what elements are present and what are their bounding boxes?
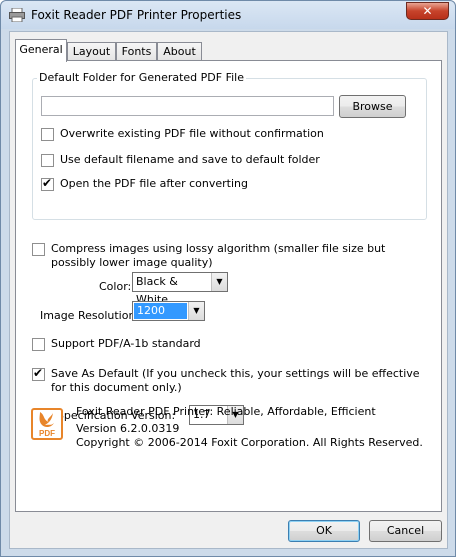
window-title: Foxit Reader PDF Printer Properties	[31, 8, 242, 22]
close-icon: ✕	[422, 4, 433, 18]
tab-general[interactable]: General	[15, 39, 67, 62]
properties-window: Foxit Reader PDF Printer Properties ✕ Ge…	[0, 0, 456, 557]
save-default-option[interactable]: Save As Default (If you uncheck this, yo…	[32, 366, 422, 395]
resolution-label: Image Resolution:	[40, 309, 140, 322]
default-folder-legend: Default Folder for Generated PDF File	[37, 71, 246, 84]
default-folder-group: Default Folder for Generated PDF File Br…	[32, 71, 427, 220]
pdfa-checkbox[interactable]	[32, 338, 45, 351]
about-tagline: Foxit Reader PDF Printer: Reliable, Affo…	[76, 405, 376, 418]
save-default-label: Save As Default (If you uncheck this, yo…	[51, 367, 420, 394]
compress-option[interactable]: Compress images using lossy algorithm (s…	[32, 242, 422, 270]
tab-layout[interactable]: Layout	[67, 42, 116, 61]
open-after-checkbox[interactable]	[41, 176, 54, 191]
tab-about[interactable]: About	[157, 42, 202, 61]
about-copyright: Copyright © 2006-2014 Foxit Corporation.…	[76, 436, 423, 449]
color-label: Color:	[99, 280, 132, 293]
open-after-label: Open the PDF file after converting	[60, 177, 248, 190]
resolution-select[interactable]: 1200 ▼	[132, 301, 205, 321]
about-version: Version 6.2.0.0319	[76, 422, 180, 435]
ok-button[interactable]: OK	[288, 520, 360, 542]
cancel-button[interactable]: Cancel	[369, 520, 442, 542]
overwrite-option[interactable]: Overwrite existing PDF file without conf…	[41, 127, 324, 141]
compress-checkbox[interactable]	[32, 243, 45, 256]
open-after-option[interactable]: Open the PDF file after converting	[41, 176, 248, 191]
color-value: Black & White	[136, 275, 178, 306]
foxit-pdf-logo: PDF	[31, 408, 63, 440]
color-select[interactable]: Black & White ▼	[132, 272, 228, 306]
resolution-value: 1200	[134, 303, 187, 319]
overwrite-checkbox[interactable]	[41, 128, 54, 141]
title-bar[interactable]: Foxit Reader PDF Printer Properties ✕	[1, 1, 455, 29]
close-button[interactable]: ✕	[406, 2, 449, 20]
dialog-body: General Layout Fonts About Default Folde…	[9, 31, 448, 549]
use-default-label: Use default filename and save to default…	[60, 153, 320, 166]
pdfa-option[interactable]: Support PDF/A-1b standard	[32, 337, 201, 351]
folder-path-input[interactable]	[41, 96, 334, 116]
overwrite-label: Overwrite existing PDF file without conf…	[60, 127, 324, 140]
pdfa-label: Support PDF/A-1b standard	[51, 337, 201, 350]
use-default-checkbox[interactable]	[41, 154, 54, 167]
browse-button[interactable]: Browse	[339, 95, 406, 118]
logo-text: PDF	[39, 429, 55, 438]
tab-fonts[interactable]: Fonts	[116, 42, 157, 61]
save-default-checkbox[interactable]	[32, 366, 45, 381]
compress-label: Compress images using lossy algorithm (s…	[51, 242, 386, 269]
chevron-down-icon: ▼	[211, 273, 227, 291]
printer-icon	[9, 8, 25, 22]
use-default-option[interactable]: Use default filename and save to default…	[41, 153, 320, 167]
chevron-down-icon: ▼	[188, 302, 204, 320]
